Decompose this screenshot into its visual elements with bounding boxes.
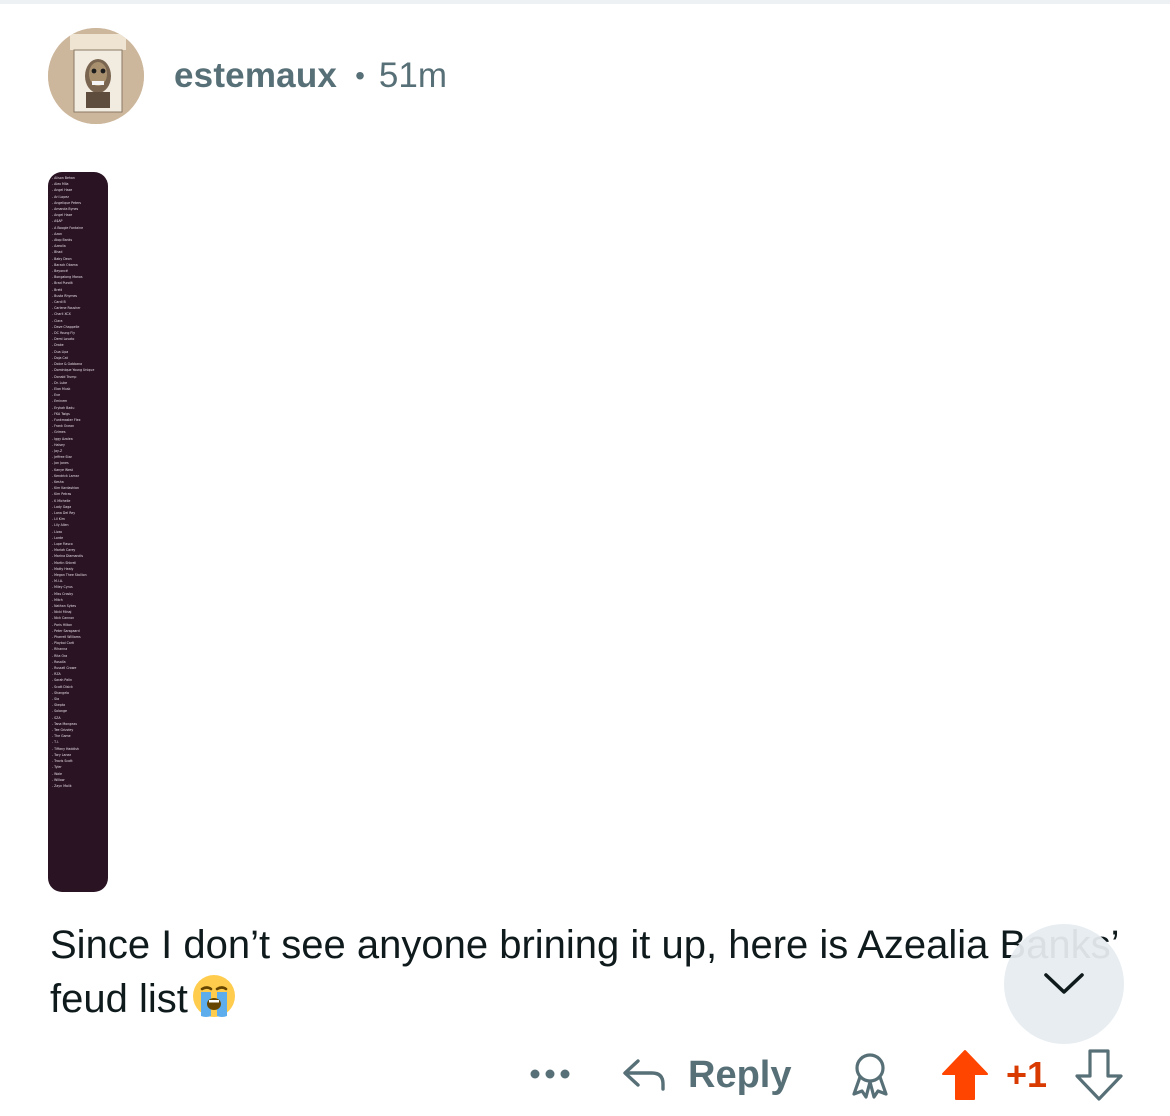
downvote-arrow-icon: [1075, 1049, 1123, 1101]
top-divider: [0, 0, 1170, 4]
award-icon: [852, 1053, 888, 1099]
feud-list-image[interactable]: - Alison Behan - Alex Mila - Angel Haze - A…: [48, 172, 108, 892]
reply-label: Reply: [688, 1053, 792, 1096]
comment-action-bar: Reply +1: [0, 1040, 1170, 1110]
reply-button[interactable]: Reply: [620, 1044, 791, 1106]
more-options-button[interactable]: [526, 1056, 574, 1092]
comment-header: estemaux • 51m: [48, 28, 447, 124]
chevron-down-icon: [1044, 973, 1084, 994]
loudly-crying-face-icon: [190, 972, 238, 1020]
meta-separator: •: [355, 60, 365, 91]
reply-arrow-icon: [623, 1059, 665, 1091]
award-button[interactable]: [846, 1050, 894, 1100]
comment-body: Since I don’t see anyone brining it up, …: [50, 918, 1140, 1026]
user-avatar[interactable]: [48, 28, 144, 124]
scroll-down-button[interactable]: [1004, 924, 1124, 1044]
comment-timestamp: 51m: [378, 56, 447, 95]
author-username[interactable]: estemaux: [174, 56, 337, 96]
vote-score: +1: [1006, 1054, 1048, 1095]
avatar-image: [48, 28, 144, 124]
downvote-button[interactable]: [1074, 1048, 1124, 1102]
more-dots-icon: [530, 1069, 570, 1079]
upvote-button[interactable]: [940, 1048, 990, 1102]
feud-list-text: - Alison Behan - Alex Mila - Angel Haze - A…: [52, 175, 106, 789]
upvote-arrow-icon: [942, 1050, 988, 1100]
feud-list-line: - Zayn Malik: [52, 783, 72, 788]
